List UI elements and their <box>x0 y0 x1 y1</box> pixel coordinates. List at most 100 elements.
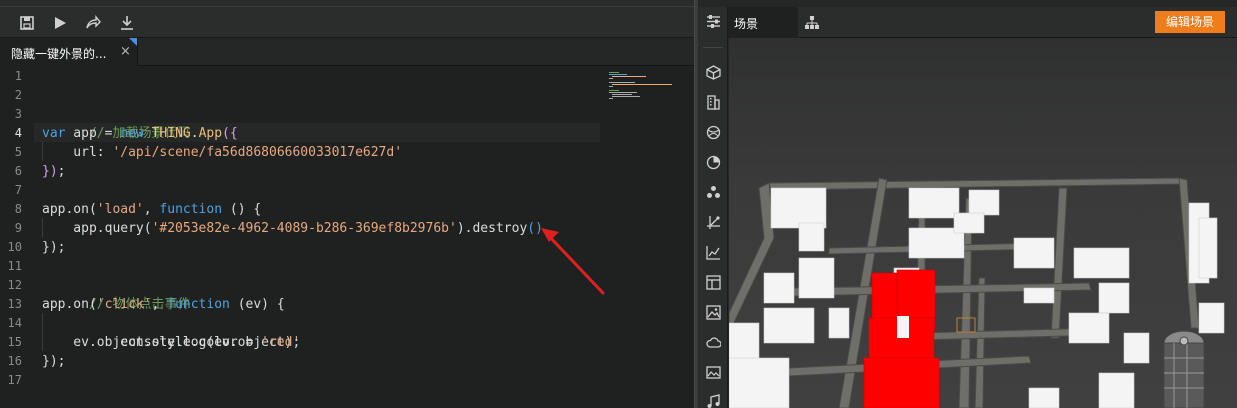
scene-panel: 场景 编辑场景 <box>698 0 1237 408</box>
building-block <box>770 187 827 229</box>
code-punct: }); <box>42 240 66 255</box>
building-block <box>1073 247 1130 279</box>
image-icon[interactable] <box>703 302 723 322</box>
code-keyword: function <box>159 202 223 217</box>
city-scene <box>729 177 1225 408</box>
building-block <box>1028 387 1060 408</box>
line-number: 14 <box>7 316 22 330</box>
save-icon[interactable] <box>17 13 37 33</box>
edit-scene-button[interactable]: 编辑场景 <box>1155 11 1225 33</box>
code-paren: }) <box>42 164 58 179</box>
code-string: 'red' <box>261 335 301 350</box>
line-number: 3 <box>14 107 22 121</box>
code-identifier: ev.object.style.color = <box>42 335 262 350</box>
minimap-line <box>609 82 635 83</box>
building-block <box>798 257 835 299</box>
hierarchy-icon[interactable] <box>802 13 822 33</box>
share-icon[interactable] <box>83 13 103 33</box>
cluster-icon[interactable] <box>703 182 723 202</box>
line-number: 12 <box>7 278 22 292</box>
transform-icon[interactable] <box>703 212 723 232</box>
minimap-line <box>612 94 632 95</box>
file-tab[interactable]: 隐藏一键外景的... × <box>0 38 138 66</box>
code-line: console.log(ev.object); <box>42 314 300 350</box>
code-line: url: '/api/scene/fa56d86806660033017e627… <box>42 143 402 162</box>
building-block <box>1023 287 1055 304</box>
cloud-icon[interactable] <box>703 332 723 352</box>
chart-icon[interactable] <box>703 242 723 262</box>
minimap-line <box>609 72 619 73</box>
code-line: var app = new THING.App({ <box>42 124 238 143</box>
line-number: 10 <box>7 240 22 254</box>
layout-icon[interactable] <box>703 272 723 292</box>
code-punct: ).destroy <box>456 221 528 236</box>
building-block <box>953 212 985 234</box>
minimap-line <box>612 84 672 85</box>
line-number: 15 <box>7 335 22 349</box>
line-number: 5 <box>14 145 22 159</box>
editor-toolbar <box>0 7 697 38</box>
minimap-line <box>609 92 637 93</box>
minimap-line <box>609 86 613 87</box>
minimap-line <box>609 78 613 79</box>
editor-top-strip <box>0 0 697 7</box>
tab-scene[interactable]: 场景 <box>728 7 798 38</box>
sidebar-separator <box>703 47 723 48</box>
cube-icon[interactable] <box>703 62 723 82</box>
line-number: 13 <box>7 297 22 311</box>
building-block <box>1198 302 1225 334</box>
building-block <box>897 316 909 338</box>
run-icon[interactable] <box>50 13 70 33</box>
line-number: 17 <box>7 373 22 387</box>
building-block <box>968 189 1000 216</box>
code-identifier: url: <box>42 145 113 160</box>
music-icon[interactable] <box>703 391 723 408</box>
minimap-line <box>612 76 646 77</box>
line-number-gutter: 1 2 3 4 5 6 7 8 9 10 11 12 13 14 15 16 1… <box>0 66 34 408</box>
code-minimap[interactable] <box>607 70 677 110</box>
line-number: 7 <box>14 183 22 197</box>
code-punct: . <box>190 126 199 141</box>
clock-icon[interactable] <box>703 152 723 172</box>
file-tab-label: 隐藏一键外景的... <box>11 47 107 61</box>
code-keyword: new <box>120 126 144 141</box>
download-icon[interactable] <box>117 13 137 33</box>
road <box>768 177 1186 191</box>
code-punct: (ev) { <box>229 297 285 312</box>
minimap-line <box>609 74 627 75</box>
red-building <box>863 357 940 408</box>
code-string: 'click' <box>96 297 152 312</box>
building-block <box>1068 312 1110 344</box>
line-number: 1 <box>14 69 22 83</box>
settings-sliders-icon[interactable] <box>703 11 723 31</box>
annotation-arrow <box>541 228 605 295</box>
code-class: THING <box>143 126 191 141</box>
ball-icon[interactable] <box>703 122 723 142</box>
building-block <box>828 307 850 339</box>
picture-icon[interactable] <box>703 362 723 382</box>
code-keyword: function <box>167 297 230 312</box>
code-editor-panel: 隐藏一键外景的... × 1 2 3 4 5 6 7 8 9 10 11 12 … <box>0 0 697 408</box>
close-icon[interactable]: × <box>120 44 131 59</box>
line-number: 2 <box>14 88 22 102</box>
road <box>974 277 986 408</box>
building-block <box>763 272 795 304</box>
building-block <box>1098 372 1135 408</box>
code-line: app.on('click', function (ev) { <box>42 295 285 314</box>
code-line: }); <box>42 238 65 257</box>
tab-modified-flag <box>129 38 137 46</box>
scene-3d-viewport[interactable] <box>729 38 1237 408</box>
line-number: 9 <box>14 221 22 235</box>
building-block <box>798 222 825 252</box>
code-string: '/api/scene/fa56d86806660033017e627d' <box>112 145 403 160</box>
line-number: 4 <box>14 126 22 140</box>
code-punct: }); <box>42 354 66 369</box>
building-block <box>1098 282 1130 314</box>
building-icon[interactable] <box>703 92 723 112</box>
code-line: app.on('load', function () { <box>42 200 261 219</box>
building-block <box>1123 332 1150 364</box>
minimap-line <box>609 98 613 99</box>
code-line: }); <box>42 162 65 181</box>
line-number: 8 <box>14 202 22 216</box>
code-identifier: app.on( <box>42 297 97 312</box>
